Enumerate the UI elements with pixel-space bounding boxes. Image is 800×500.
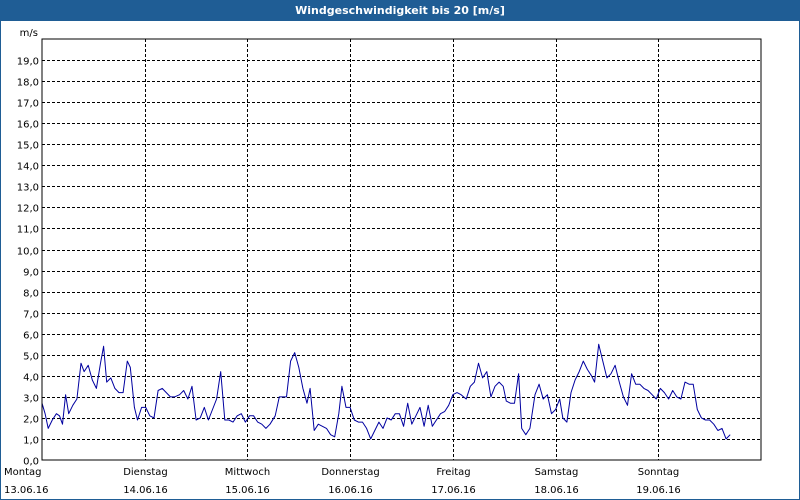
y-tick-label: 8,0: [23, 289, 39, 300]
x-tick-date: 16.06.16: [328, 485, 373, 496]
y-tick-label: 4,0: [23, 373, 39, 384]
y-tick-label: 17,0: [17, 99, 39, 110]
y-tick-label: 6,0: [23, 331, 39, 342]
x-tick-date: 18.06.16: [534, 485, 579, 496]
x-tick-day: Samstag: [535, 467, 579, 478]
y-tick-label: 7,0: [23, 310, 39, 321]
y-axis-unit: m/s: [20, 28, 38, 39]
y-tick-label: 3,0: [23, 394, 39, 405]
grid: [42, 39, 761, 460]
y-tick-label: 18,0: [17, 78, 39, 89]
x-tick-day: Montag: [4, 467, 41, 478]
x-tick-day: Mittwoch: [225, 467, 270, 478]
y-tick-label: 5,0: [23, 352, 39, 363]
x-tick-day: Dienstag: [123, 467, 168, 478]
y-tick-label: 10,0: [17, 247, 39, 258]
y-tick-label: 16,0: [17, 120, 39, 131]
x-tick-date: 19.06.16: [636, 485, 681, 496]
y-tick-label: 14,0: [17, 162, 39, 173]
x-tick-date: 15.06.16: [225, 485, 270, 496]
x-tick-date: 13.06.16: [4, 485, 49, 496]
x-tick-date: 17.06.16: [431, 485, 476, 496]
y-tick-label: 1,0: [23, 436, 39, 447]
chart-title: Windgeschwindigkeit bis 20 [m/s]: [1, 1, 799, 21]
x-tick-day: Freitag: [436, 467, 470, 478]
y-tick-label: 13,0: [17, 183, 39, 194]
y-tick-label: 2,0: [23, 415, 39, 426]
y-tick-label: 9,0: [23, 268, 39, 279]
y-tick-label: 19,0: [17, 57, 39, 68]
y-tick-label: 12,0: [17, 204, 39, 215]
x-tick-date: 14.06.16: [123, 485, 168, 496]
x-tick-day: Sonntag: [638, 467, 680, 478]
wind-speed-chart: m/s 0,0 1,0 2,0 3,0 4,0 5,0 6,0 7,0 8,0 9,0 10,0 11,…: [4, 28, 762, 496]
tick-labels: m/s 0,0 1,0 2,0 3,0 4,0 5,0 6,0 7,0 8,0 9,0 10,0 11,…: [4, 28, 681, 496]
y-tick-label: 11,0: [17, 225, 39, 236]
y-tick-label: 15,0: [17, 141, 39, 152]
y-tick-label: 0,0: [23, 457, 39, 468]
x-tick-day: Donnerstag: [321, 467, 379, 478]
chart-window: Windgeschwindigkeit bis 20 [m/s] m/s 0,0 1…: [0, 0, 800, 500]
